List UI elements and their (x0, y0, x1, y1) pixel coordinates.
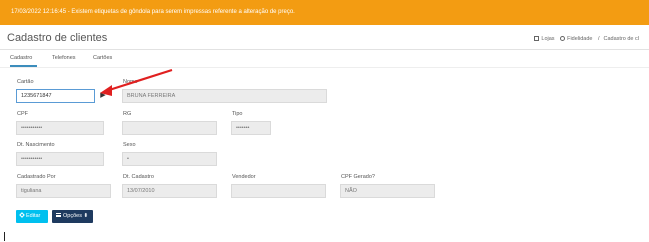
tab-cadastro[interactable]: Cadastro (10, 55, 32, 61)
menu-icon (56, 213, 61, 217)
circle-icon (560, 36, 566, 41)
tab-bar: Cadastro Telefones Cartões (0, 53, 649, 67)
breadcrumb-item-lojas[interactable]: Lojas (541, 36, 554, 42)
alert-banner: 17/03/2022 12:16:45 - Existem etiquetas … (0, 0, 649, 25)
breadcrumb-separator: / (598, 36, 600, 42)
store-icon (534, 36, 540, 41)
editar-button[interactable]: Editar (16, 210, 48, 223)
tab-divider (0, 67, 649, 68)
cadastrado-por-field: tiguliana (16, 184, 111, 198)
cpf-gerado-field: NÃO (340, 184, 435, 198)
tab-cartoes[interactable]: Cartões (93, 55, 112, 61)
cpf-field: ••••••••••• (16, 121, 104, 135)
dt-nascimento-field: ••••••••••• (16, 152, 104, 166)
nome-field: BRUNA FERREIRA (122, 89, 327, 103)
dt-nascimento-label: Dt. Nascimento (17, 142, 55, 148)
opcoes-label: Opções ⬍ (63, 213, 89, 219)
rg-label: RG (123, 111, 132, 117)
dt-cadastro-field: 13/07/2010 (122, 184, 217, 198)
nome-label: Nome (123, 79, 138, 85)
alert-text: 17/03/2022 12:16:45 - Existem etiquetas … (11, 9, 295, 15)
cartao-input[interactable]: 1235671847 (16, 89, 95, 103)
play-icon: ▶ (100, 92, 106, 99)
sexo-field: • (122, 152, 217, 166)
rg-field (122, 121, 217, 135)
pencil-icon (19, 212, 25, 218)
cpf-gerado-label: CPF Gerado? (341, 174, 375, 180)
opcoes-button[interactable]: Opções ⬍ (52, 210, 93, 223)
page-title: Cadastro de clientes (7, 32, 108, 44)
annotation-arrow-shaft (105, 68, 173, 93)
text-cursor (4, 232, 5, 241)
dt-cadastro-label: Dt. Cadastro (123, 174, 154, 180)
breadcrumb: Lojas Fidelidade / Cadastro de cl (534, 36, 643, 42)
tab-telefones[interactable]: Telefones (52, 55, 76, 61)
editar-label: Editar (26, 213, 41, 219)
page-header: Cadastro de clientes Lojas Fidelidade / C… (0, 28, 649, 50)
vendedor-label: Vendedor (232, 174, 256, 180)
vendedor-field (231, 184, 326, 198)
breadcrumb-item-current: Cadastro de cl (603, 36, 639, 42)
cadastrado-por-label: Cadastrado Por (17, 174, 56, 180)
cpf-label: CPF (17, 111, 28, 117)
tipo-field: ••••••• (231, 121, 271, 135)
cartao-label: Cartão (17, 79, 34, 85)
sexo-label: Sexo (123, 142, 136, 148)
breadcrumb-item-fidelidade[interactable]: Fidelidade (567, 36, 592, 42)
search-card-button[interactable]: ▶ (97, 89, 109, 103)
tipo-label: Tipo (232, 111, 243, 117)
